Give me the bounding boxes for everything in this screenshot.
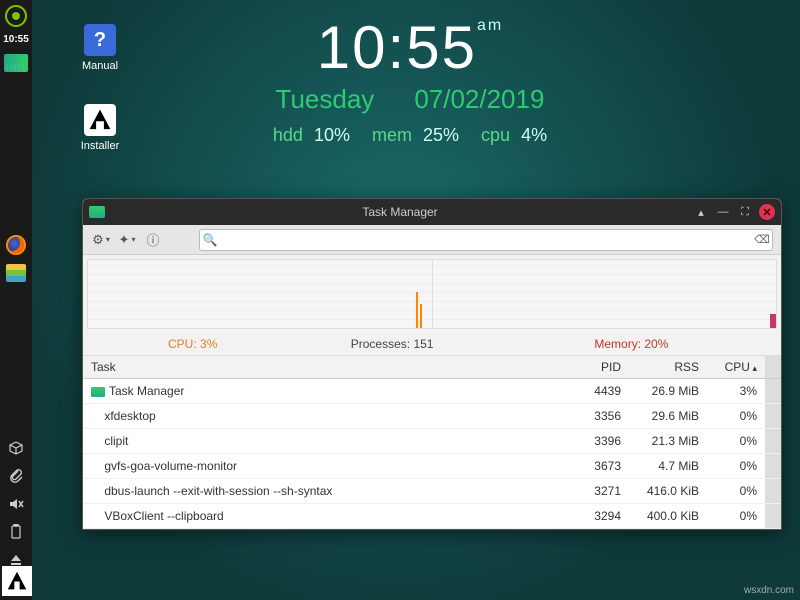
- resource-graphs: [87, 259, 777, 329]
- widget-stats: hdd 10% mem 25% cpu 4%: [210, 125, 610, 146]
- toolbar: ⚙ ✦ ⓘ 🔍 ⌫: [83, 225, 781, 255]
- taskmanager-launcher[interactable]: [4, 51, 28, 75]
- panel-clock[interactable]: 10:55: [3, 34, 29, 45]
- window-shade-button[interactable]: ▴: [693, 204, 709, 220]
- widget-ampm: am: [477, 17, 503, 34]
- table-row[interactable]: VBoxClient --clipboard3294400.0 KiB0%: [83, 504, 781, 529]
- firefox-icon: [6, 235, 26, 255]
- installer-icon: [84, 104, 116, 136]
- package-icon[interactable]: [4, 436, 28, 460]
- battery-icon[interactable]: [4, 520, 28, 544]
- help-icon: ?: [84, 24, 116, 56]
- clip-icon[interactable]: [4, 464, 28, 488]
- window-titlebar[interactable]: Task Manager ▴ — ⛶ ✕: [83, 199, 781, 225]
- memory-graph: [433, 260, 777, 328]
- process-table: Task PID RSS CPU Task Manager443926.9 Mi…: [83, 356, 781, 529]
- desktop-icon-installer[interactable]: Installer: [70, 104, 130, 152]
- desktop-icon-label: Installer: [70, 140, 130, 152]
- settings-menu-button[interactable]: ⚙: [91, 230, 111, 250]
- col-cpu[interactable]: CPU: [707, 356, 765, 379]
- distro-badge: [2, 566, 32, 596]
- window-close-button[interactable]: ✕: [759, 204, 775, 220]
- start-menu-button[interactable]: [4, 4, 28, 28]
- search-field[interactable]: 🔍 ⌫: [199, 229, 773, 251]
- desktop-icon-manual[interactable]: ? Manual: [70, 24, 130, 72]
- volume-muted-icon[interactable]: [4, 492, 28, 516]
- process-count: Processes: 151: [292, 337, 491, 351]
- search-icon: 🔍: [200, 233, 220, 247]
- table-row[interactable]: clipit339621.3 MiB0%: [83, 429, 781, 454]
- info-button[interactable]: ⓘ: [143, 230, 163, 250]
- cpu-stat: CPU: 3%: [93, 337, 292, 351]
- window-minimize-button[interactable]: —: [715, 204, 731, 220]
- widget-date: 07/02/2019: [414, 84, 544, 114]
- table-row[interactable]: gvfs-goa-volume-monitor36734.7 MiB0%: [83, 454, 781, 479]
- table-row[interactable]: xfdesktop335629.6 MiB0%: [83, 404, 781, 429]
- desktop-icon-label: Manual: [70, 60, 130, 72]
- search-input[interactable]: [220, 234, 752, 246]
- watermark: wsxdn.com: [744, 585, 794, 596]
- desktop-widget: 10:55am Tuesday07/02/2019 hdd 10% mem 25…: [210, 18, 610, 146]
- table-row[interactable]: dbus-launch --exit-with-session --sh-syn…: [83, 479, 781, 504]
- widget-day: Tuesday: [276, 84, 375, 114]
- scrollbar[interactable]: [765, 356, 781, 379]
- window-title: Task Manager: [113, 205, 687, 219]
- firefox-launcher[interactable]: [4, 233, 28, 257]
- side-panel: 10:55: [0, 0, 32, 600]
- table-row[interactable]: Task Manager443926.9 MiB3%: [83, 379, 781, 404]
- stats-line: CPU: 3% Processes: 151 Memory: 20%: [83, 333, 781, 356]
- clear-search-button[interactable]: ⌫: [752, 233, 772, 246]
- memory-stat: Memory: 20%: [492, 337, 771, 351]
- filter-menu-button[interactable]: ✦: [117, 230, 137, 250]
- cpu-graph: [88, 260, 433, 328]
- distro-logo-icon: [5, 5, 27, 27]
- taskmanager-icon: [4, 54, 28, 72]
- col-task[interactable]: Task: [83, 356, 573, 379]
- window-app-icon: [89, 206, 105, 218]
- notes-icon: [6, 264, 26, 282]
- notes-launcher[interactable]: [4, 261, 28, 285]
- process-icon: [91, 387, 105, 397]
- col-pid[interactable]: PID: [573, 356, 629, 379]
- window-maximize-button[interactable]: ⛶: [737, 204, 753, 220]
- task-manager-window: Task Manager ▴ — ⛶ ✕ ⚙ ✦ ⓘ 🔍 ⌫ CPU: 3% P…: [82, 198, 782, 530]
- widget-time: 10:55: [317, 14, 477, 81]
- col-rss[interactable]: RSS: [629, 356, 707, 379]
